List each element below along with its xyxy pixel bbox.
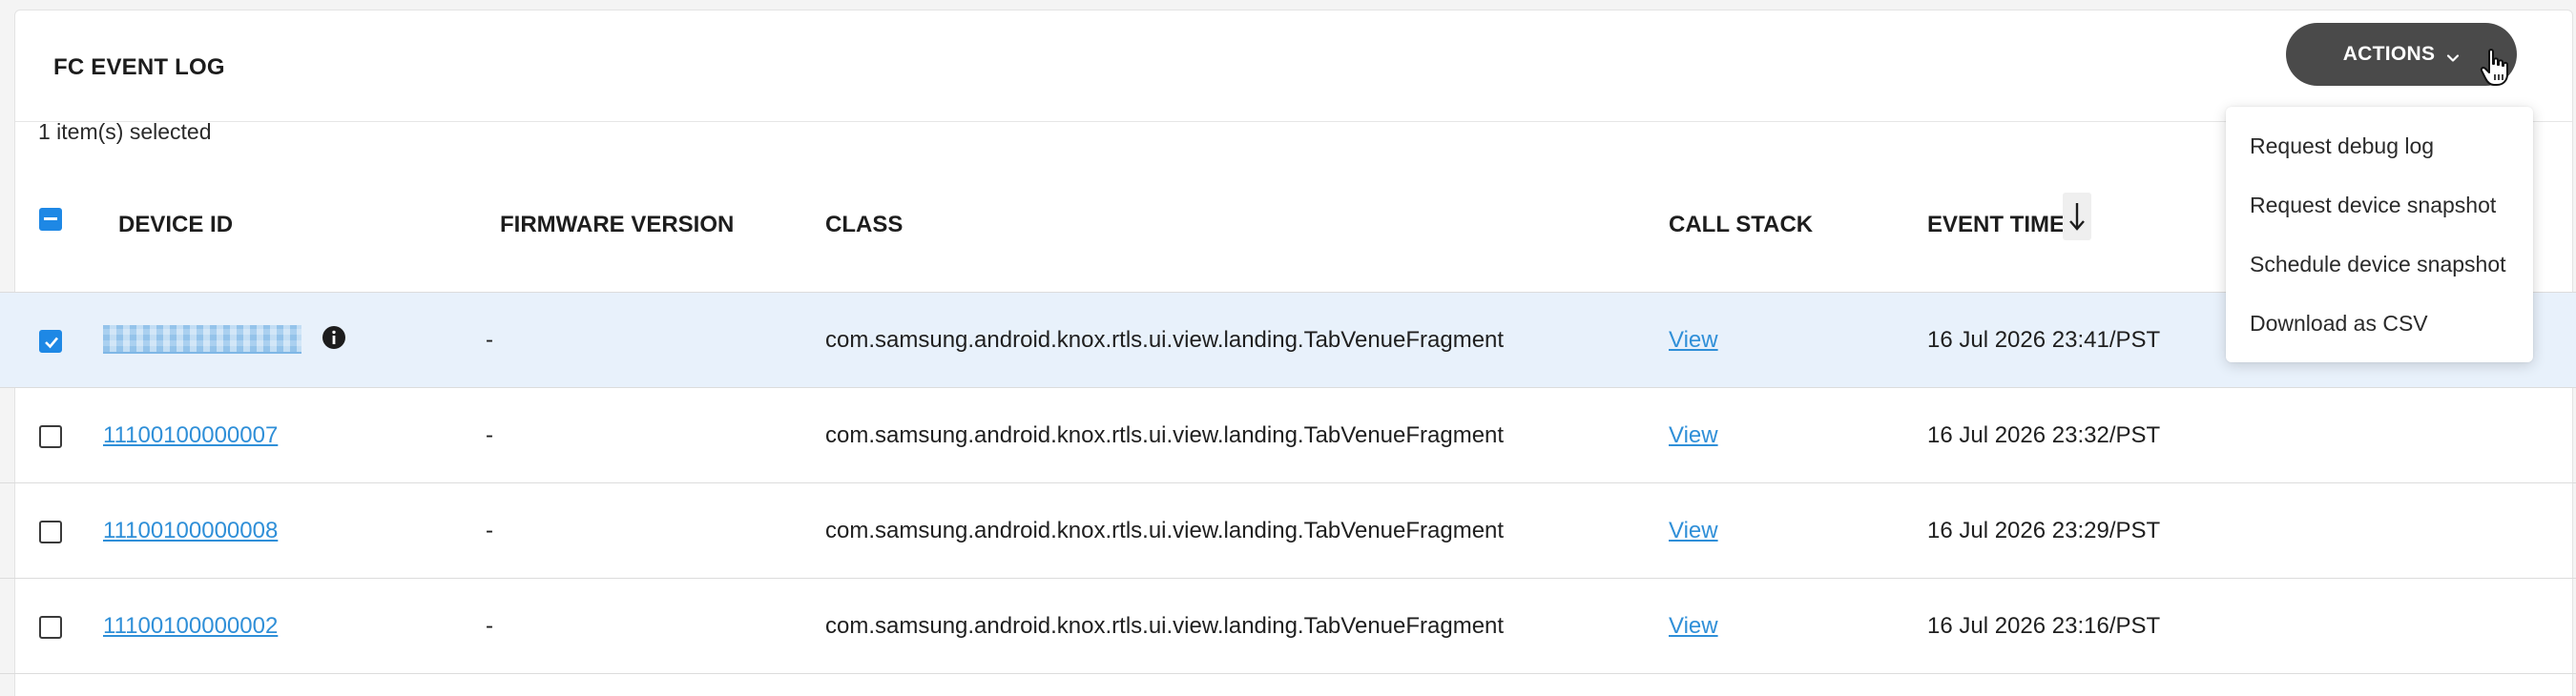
select-all-checkbox[interactable] (39, 208, 62, 231)
row-checkbox[interactable] (39, 425, 62, 448)
actions-dropdown-menu: Request debug log Request device snapsho… (2226, 107, 2533, 362)
row-checkbox[interactable] (39, 521, 62, 543)
actions-button-label: ACTIONS (2342, 43, 2436, 65)
firmware-version: - (486, 327, 493, 353)
selection-count: 1 item(s) selected (38, 119, 212, 144)
page-title: FC EVENT LOG (53, 54, 225, 80)
menu-item-request-device-snapshot[interactable]: Request device snapshot (2250, 193, 2496, 218)
column-header-call-stack[interactable]: CALL STACK (1669, 212, 1813, 238)
hand-pointer-icon (2480, 49, 2508, 86)
firmware-version: - (486, 613, 493, 639)
table-row[interactable]: 11100100000008 - com.samsung.android.kno… (0, 483, 2576, 579)
row-checkbox[interactable] (39, 616, 62, 639)
row-checkbox[interactable] (39, 330, 62, 353)
event-time: 16 Jul 2026 23:41/PST (1927, 327, 2161, 353)
call-stack-view-link[interactable]: View (1669, 422, 1718, 449)
column-header-device-id[interactable]: DEVICE ID (118, 212, 233, 238)
table-row[interactable]: 11100100000007 - com.samsung.android.kno… (0, 388, 2576, 483)
table-row[interactable]: 11100100000002 - com.samsung.android.kno… (0, 579, 2576, 674)
firmware-version: - (486, 422, 493, 448)
class-name: com.samsung.android.knox.rtls.ui.view.la… (825, 422, 1505, 448)
firmware-version: - (486, 518, 493, 543)
device-id-link[interactable]: 11100100000008 (103, 518, 278, 544)
class-name: com.samsung.android.knox.rtls.ui.view.la… (825, 518, 1505, 543)
panel-header: FC EVENT LOG (15, 10, 2572, 122)
menu-item-download-csv[interactable]: Download as CSV (2250, 311, 2428, 337)
call-stack-view-link[interactable]: View (1669, 613, 1718, 640)
class-name: com.samsung.android.knox.rtls.ui.view.la… (825, 327, 1505, 353)
event-time: 16 Jul 2026 23:29/PST (1927, 518, 2161, 543)
arrow-down-icon (2069, 203, 2085, 231)
menu-item-request-debug-log[interactable]: Request debug log (2250, 133, 2434, 159)
menu-item-schedule-device-snapshot[interactable]: Schedule device snapshot (2250, 252, 2506, 277)
call-stack-view-link[interactable]: View (1669, 518, 1718, 544)
call-stack-view-link[interactable]: View (1669, 327, 1718, 354)
class-name: com.samsung.android.knox.rtls.ui.view.la… (825, 613, 1505, 639)
event-time: 16 Jul 2026 23:32/PST (1927, 422, 2161, 448)
table-row[interactable]: - com.samsung.android.knox.rtls.ui.view.… (0, 293, 2576, 388)
chevron-down-icon (2446, 48, 2460, 62)
sort-descending-button[interactable] (2063, 193, 2091, 240)
table-header (0, 168, 2576, 293)
device-id-link[interactable]: 11100100000002 (103, 613, 278, 640)
event-time: 16 Jul 2026 23:16/PST (1927, 613, 2161, 639)
device-id-link[interactable]: 11100100000007 (103, 422, 278, 449)
column-header-event-time[interactable]: EVENT TIME (1927, 212, 2065, 238)
column-header-class[interactable]: CLASS (825, 212, 903, 238)
info-icon[interactable] (322, 325, 346, 350)
column-header-firmware-version[interactable]: FIRMWARE VERSION (500, 212, 734, 238)
device-id-link-redacted[interactable] (103, 325, 301, 354)
